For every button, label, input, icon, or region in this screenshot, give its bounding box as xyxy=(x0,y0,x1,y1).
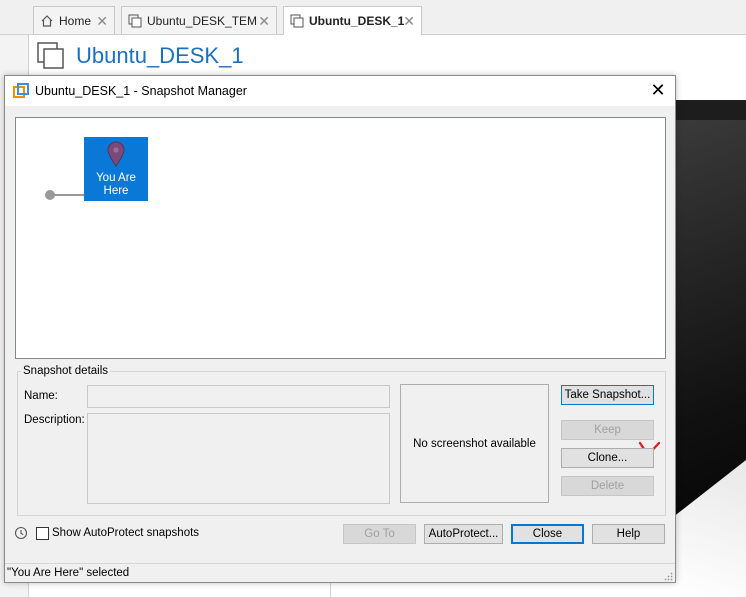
close-icon[interactable]: ✕ xyxy=(649,81,667,99)
help-button[interactable]: Help xyxy=(592,524,665,544)
description-field[interactable] xyxy=(87,413,390,504)
goto-button[interactable]: Go To xyxy=(343,524,416,544)
close-button[interactable]: Close xyxy=(511,524,584,544)
tab-label: Ubuntu_DESK_TEM xyxy=(147,13,258,28)
description-label: Description: xyxy=(24,414,85,426)
dialog-titlebar[interactable]: Ubuntu_DESK_1 - Snapshot Manager ✕ xyxy=(5,76,675,106)
tab-label: Home xyxy=(59,13,92,28)
show-autoprotect-checkbox[interactable] xyxy=(36,527,49,540)
close-icon[interactable]: ✕ xyxy=(258,13,270,30)
clone-button[interactable]: Clone... xyxy=(561,448,654,468)
name-field[interactable] xyxy=(87,385,390,408)
dialog-title: Ubuntu_DESK_1 - Snapshot Manager xyxy=(35,84,247,98)
home-icon xyxy=(40,14,54,28)
close-icon[interactable]: ✕ xyxy=(403,13,415,30)
vmware-app-icon xyxy=(13,83,29,99)
tree-root-dot xyxy=(45,190,55,200)
keep-button[interactable]: Keep xyxy=(561,420,654,440)
tab-bar: Home ✕ Ubuntu_DESK_TEM ✕ Ubuntu_DESK_1 ✕ xyxy=(0,0,746,35)
snapshot-tree[interactable]: You Are Here xyxy=(15,117,666,359)
tab-label: Ubuntu_DESK_1 xyxy=(309,14,405,28)
vm-icon xyxy=(290,14,304,28)
status-text: "You Are Here" selected xyxy=(7,567,130,579)
close-icon[interactable]: ✕ xyxy=(96,13,108,30)
name-label: Name: xyxy=(24,390,58,402)
tab-home[interactable]: Home ✕ xyxy=(33,6,115,34)
history-icon xyxy=(14,526,28,540)
snapshot-details-label: Snapshot details xyxy=(21,365,111,377)
tab-ubuntu-desk-tem[interactable]: Ubuntu_DESK_TEM ✕ xyxy=(121,6,277,34)
show-autoprotect-label[interactable]: Show AutoProtect snapshots xyxy=(52,527,199,539)
status-bar: "You Are Here" selected xyxy=(5,563,675,582)
screenshot-preview: No screenshot available xyxy=(400,384,549,503)
page-title: Ubuntu_DESK_1 xyxy=(76,43,244,68)
vm-header: Ubuntu_DESK_1 xyxy=(36,38,244,74)
delete-button[interactable]: Delete xyxy=(561,476,654,496)
no-screenshot-text: No screenshot available xyxy=(413,437,536,450)
vm-icon xyxy=(128,14,142,28)
you-are-here-node[interactable]: You Are Here xyxy=(84,137,148,201)
tab-ubuntu-desk-1[interactable]: Ubuntu_DESK_1 ✕ xyxy=(283,6,422,35)
location-pin-icon xyxy=(106,141,126,167)
you-are-here-label: You Are Here xyxy=(96,172,136,197)
take-snapshot-button[interactable]: Take Snapshot... xyxy=(561,385,654,405)
snapshot-manager-dialog: Ubuntu_DESK_1 - Snapshot Manager ✕ You A… xyxy=(4,75,676,583)
divider xyxy=(330,582,331,597)
resize-grip-icon[interactable] xyxy=(663,570,673,581)
vm-icon xyxy=(36,41,66,71)
autoprotect-button[interactable]: AutoProtect... xyxy=(424,524,503,544)
